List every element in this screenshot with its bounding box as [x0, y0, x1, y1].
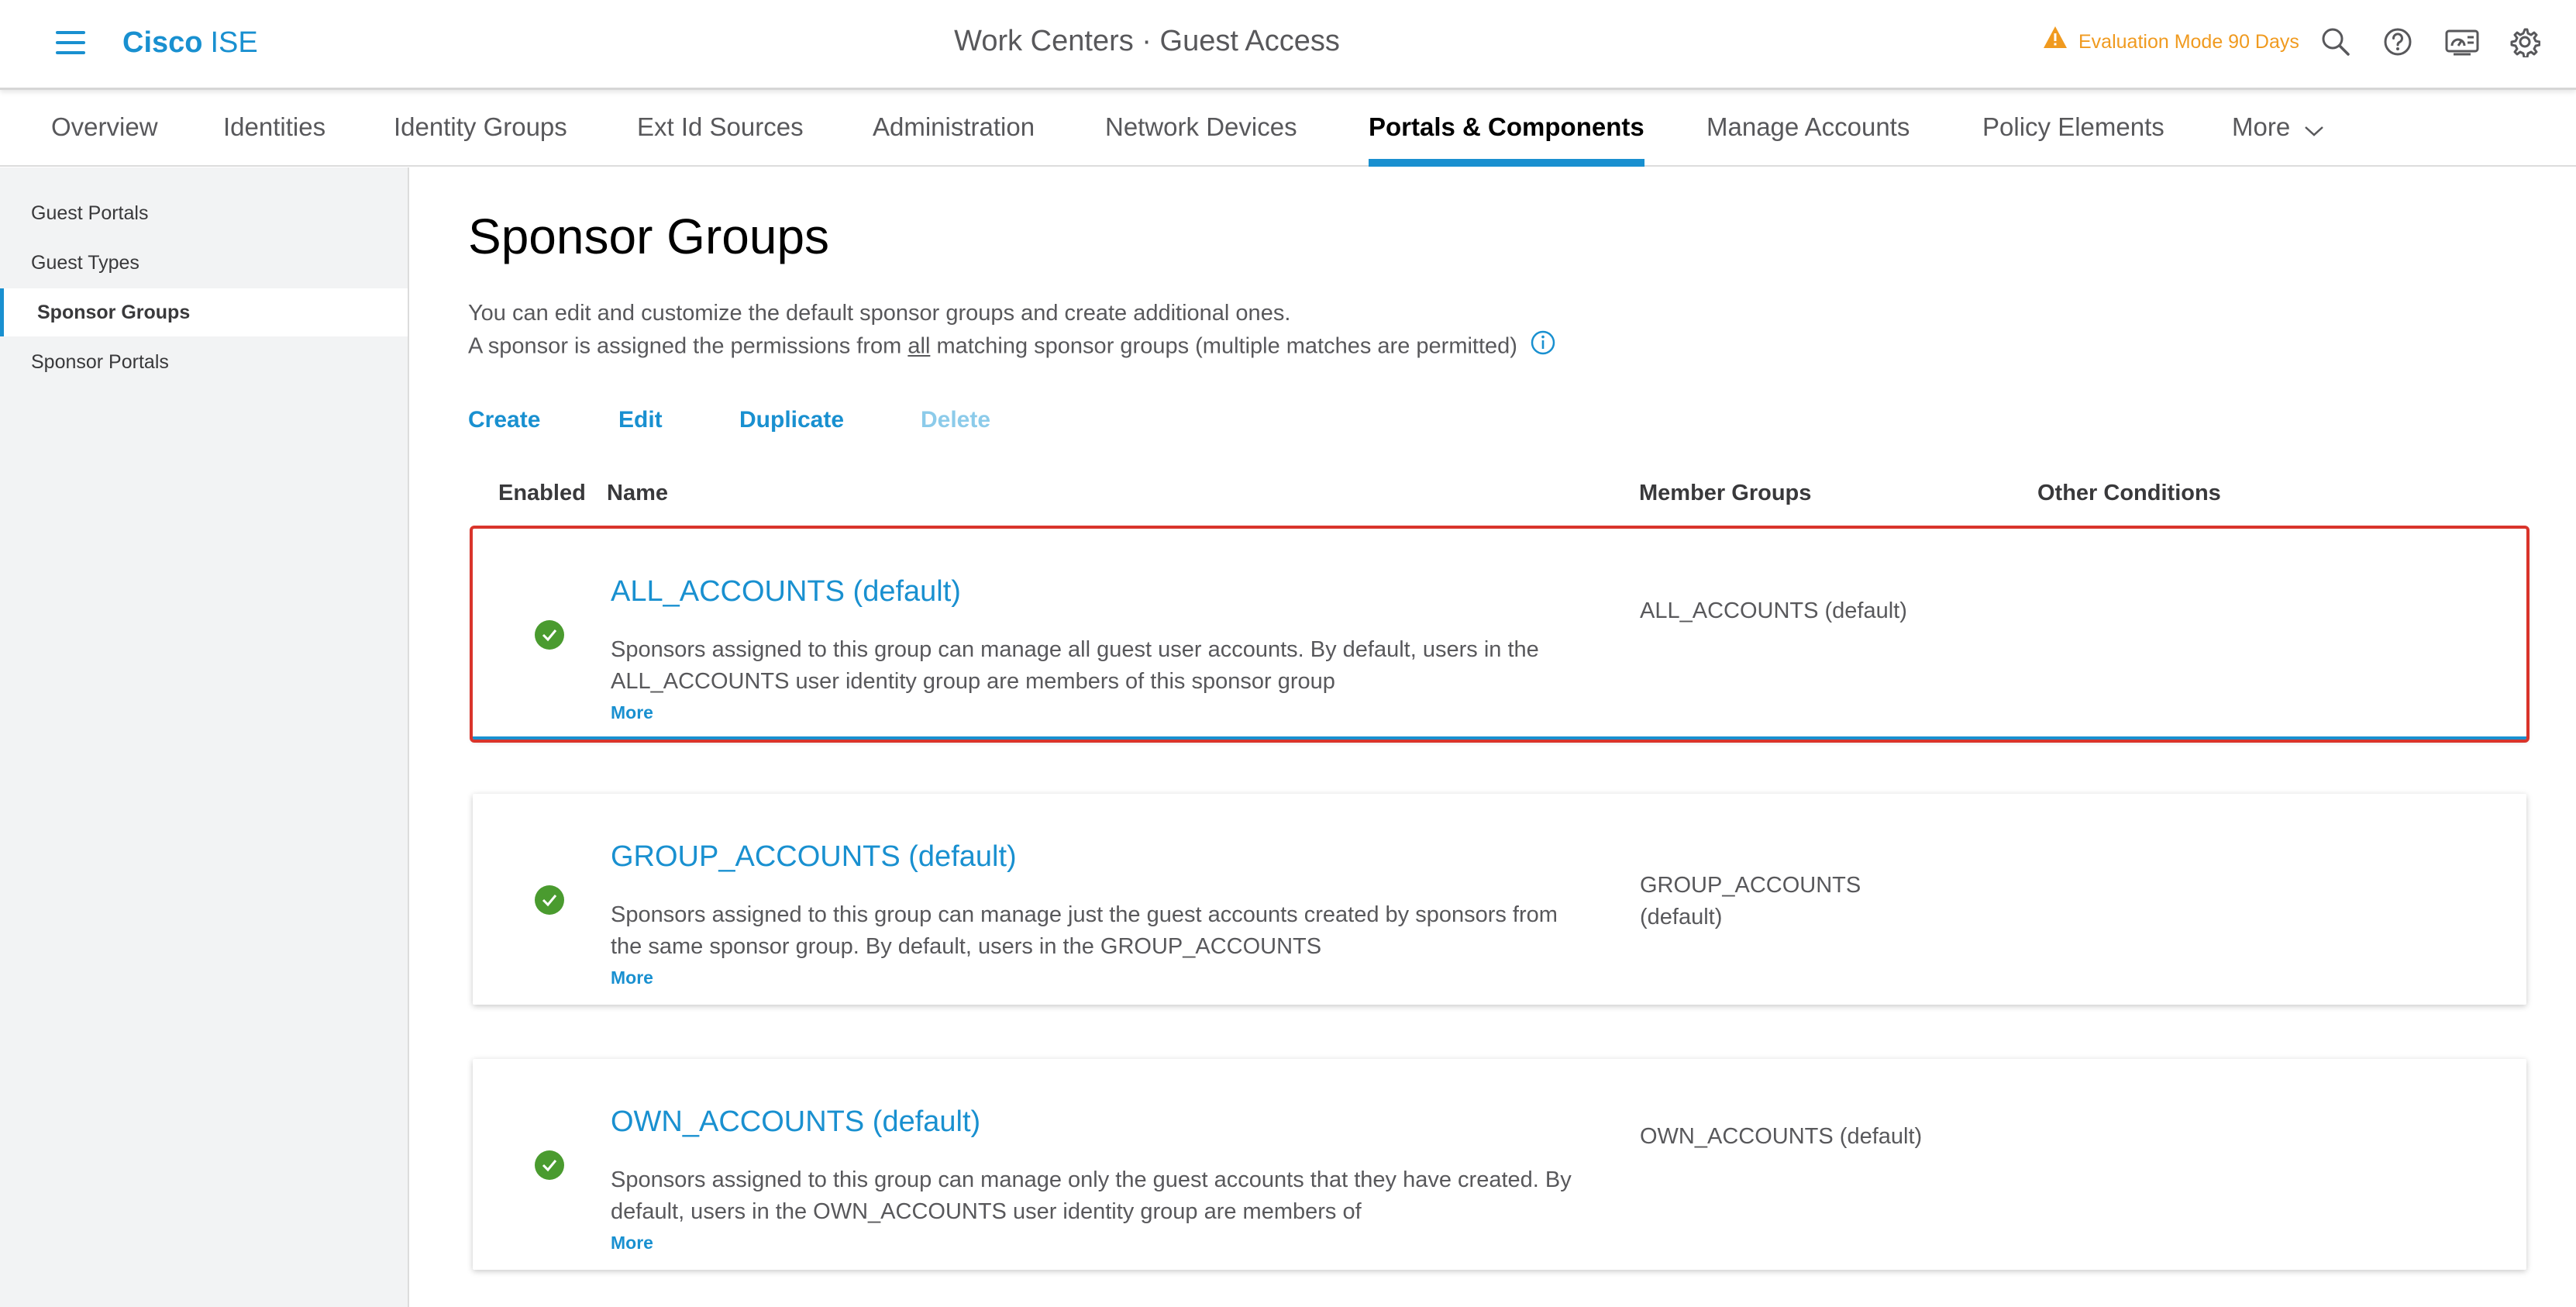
tab-overview[interactable]: Overview — [51, 92, 158, 167]
tab-navigation: Overview Identities Identity Groups Ext … — [0, 92, 2576, 167]
tab-manage-accounts[interactable]: Manage Accounts — [1706, 92, 1910, 167]
evaluation-mode-notice[interactable]: Evaluation Mode 90 Days — [2043, 26, 2299, 57]
sponsor-group-name-link[interactable]: GROUP_ACCOUNTS (default) — [611, 840, 1017, 874]
search-icon[interactable] — [2320, 26, 2351, 57]
evaluation-mode-label: Evaluation Mode 90 Days — [2078, 31, 2299, 53]
sidebar: Guest Portals Guest Types Sponsor Groups… — [0, 167, 409, 1307]
sponsor-group-description: Sponsors assigned to this group can mana… — [611, 1167, 1572, 1224]
page-title: Sponsor Groups — [468, 209, 830, 264]
tab-network-devices[interactable]: Network Devices — [1105, 92, 1297, 167]
toolbar: Create Edit Duplicate Delete — [468, 405, 990, 436]
sidebar-item-sponsor-groups[interactable]: Sponsor Groups — [0, 288, 408, 336]
tab-identity-groups[interactable]: Identity Groups — [394, 92, 567, 167]
page-description: You can edit and customize the default s… — [468, 298, 1556, 365]
top-header: Cisco ISE Work Centers · Guest Access Eva… — [0, 0, 2576, 90]
sponsor-group-row[interactable]: OWN_ACCOUNTS (default) Sponsors assigned… — [473, 1059, 2526, 1270]
sponsor-group-row[interactable]: GROUP_ACCOUNTS (default) Sponsors assign… — [473, 794, 2526, 1005]
tab-more[interactable]: More — [2232, 92, 2324, 167]
column-header-enabled[interactable]: Enabled — [498, 478, 586, 509]
dashboard-icon[interactable] — [2444, 26, 2480, 57]
main-content: Sponsor Groups You can edit and customiz… — [411, 167, 2576, 1307]
sponsor-group-name-link[interactable]: ALL_ACCOUNTS (default) — [611, 575, 961, 609]
more-link[interactable]: More — [611, 967, 653, 988]
warning-icon — [2043, 26, 2068, 58]
column-header-name[interactable]: Name — [607, 478, 668, 509]
tab-identities[interactable]: Identities — [223, 92, 325, 167]
edit-button[interactable]: Edit — [618, 405, 739, 436]
more-link[interactable]: More — [611, 702, 653, 723]
member-groups-value: GROUP_ACCOUNTS (default) — [1640, 873, 1861, 929]
description-underlined-word: all — [907, 333, 931, 359]
description-line-2-end: matching sponsor groups (multiple matche… — [930, 333, 1517, 359]
duplicate-button[interactable]: Duplicate — [739, 405, 921, 436]
create-button[interactable]: Create — [468, 405, 618, 436]
column-header-member-groups[interactable]: Member Groups — [1639, 478, 1811, 509]
chevron-down-icon — [2304, 94, 2324, 164]
help-icon[interactable] — [2382, 26, 2413, 57]
page-heading: Work Centers · Guest Access — [954, 25, 1340, 57]
tab-policy-elements[interactable]: Policy Elements — [1982, 92, 2164, 167]
tab-portals-components[interactable]: Portals & Components — [1369, 92, 1644, 167]
delete-button[interactable]: Delete — [921, 405, 990, 436]
info-icon[interactable] — [1530, 329, 1556, 365]
sidebar-item-sponsor-portals[interactable]: Sponsor Portals — [0, 338, 408, 386]
sidebar-item-guest-portals[interactable]: Guest Portals — [0, 189, 408, 237]
sponsor-group-description: Sponsors assigned to this group can mana… — [611, 637, 1539, 694]
more-link[interactable]: More — [611, 1233, 653, 1254]
tab-ext-id-sources[interactable]: Ext Id Sources — [637, 92, 804, 167]
enabled-check-icon — [535, 885, 564, 915]
description-line-2: A sponsor is assigned the permissions fr… — [468, 329, 1556, 365]
gear-icon[interactable] — [2509, 26, 2541, 59]
sponsor-group-row[interactable]: ALL_ACCOUNTS (default) Sponsors assigned… — [470, 526, 2530, 743]
enabled-check-icon — [535, 1150, 564, 1180]
member-groups-value: ALL_ACCOUNTS (default) — [1640, 598, 1907, 623]
sponsor-group-name-link[interactable]: OWN_ACCOUNTS (default) — [611, 1105, 980, 1139]
description-line-2-start: A sponsor is assigned the permissions fr… — [468, 333, 908, 359]
enabled-check-icon — [535, 620, 564, 650]
sponsor-group-description: Sponsors assigned to this group can mana… — [611, 902, 1558, 959]
tab-more-label: More — [2232, 112, 2291, 141]
member-groups-value: OWN_ACCOUNTS (default) — [1640, 1124, 1923, 1149]
column-header-other-conditions[interactable]: Other Conditions — [2037, 478, 2221, 509]
tab-administration[interactable]: Administration — [873, 92, 1035, 167]
sidebar-item-guest-types[interactable]: Guest Types — [0, 239, 408, 287]
description-line-1: You can edit and customize the default s… — [468, 301, 1291, 326]
